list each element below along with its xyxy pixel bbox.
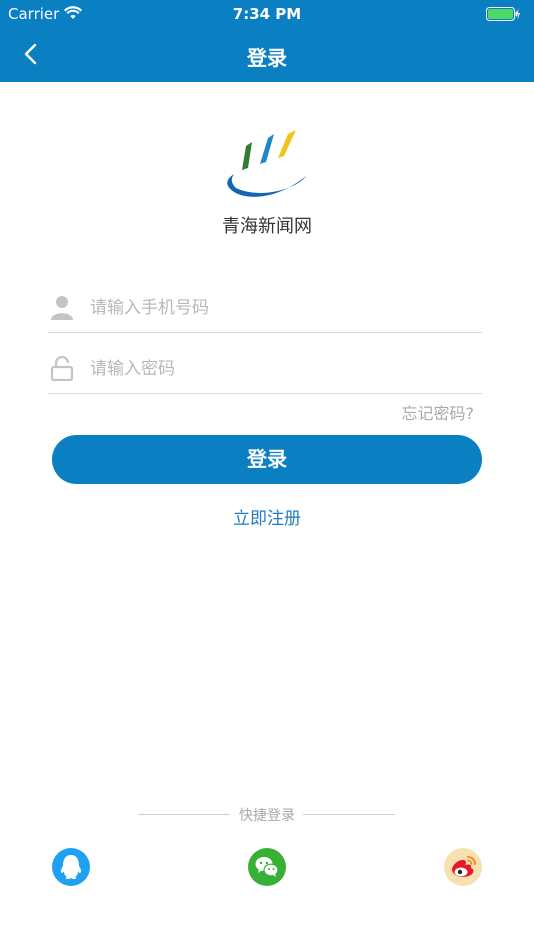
- forgot-password-link[interactable]: 忘记密码?: [402, 400, 475, 424]
- quick-login-label: 快捷登录: [239, 808, 295, 824]
- phone-input[interactable]: [88, 290, 482, 326]
- register-link[interactable]: 立即注册: [0, 504, 534, 529]
- status-time: 7:34 PM: [232, 5, 302, 23]
- wechat-icon[interactable]: [248, 848, 286, 886]
- password-field: [48, 345, 482, 394]
- lock-icon: [50, 355, 74, 381]
- page-title: 登录: [247, 46, 287, 70]
- phone-field: [48, 284, 482, 333]
- site-logo-icon: [227, 130, 306, 197]
- battery-icon: [486, 7, 520, 21]
- password-input[interactable]: [88, 351, 482, 387]
- login-button[interactable]: 登录: [52, 435, 482, 484]
- qq-icon[interactable]: [52, 848, 90, 886]
- site-name: 青海新闻网: [222, 216, 312, 237]
- top-bar: Carrier 7:34 PM 登录: [0, 0, 534, 82]
- divider-right: [303, 814, 395, 815]
- user-icon: [51, 296, 73, 320]
- status-bar: Carrier 7:34 PM: [0, 0, 534, 28]
- weibo-icon[interactable]: [444, 848, 482, 886]
